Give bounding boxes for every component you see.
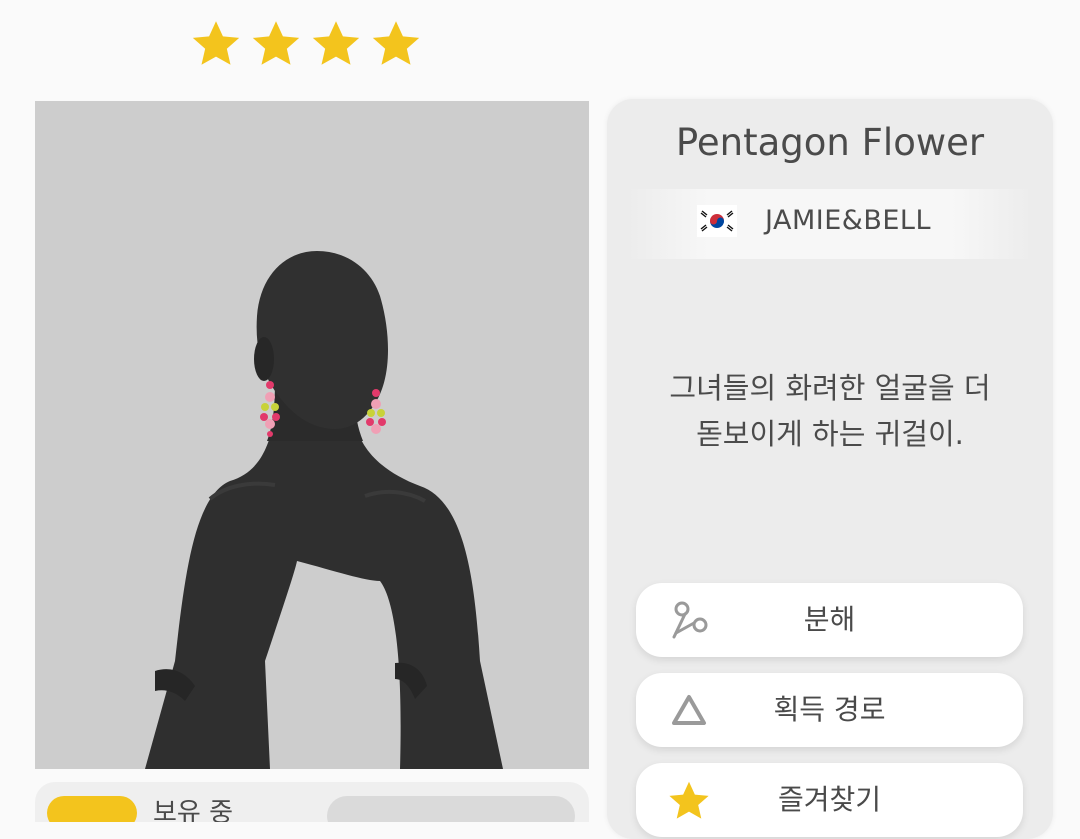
disassemble-label: 분해 <box>803 603 856 636</box>
description-line: 그녀들의 화려한 얼굴을 더 <box>669 371 991 405</box>
star-icon <box>252 21 300 65</box>
korea-flag-icon <box>697 205 737 237</box>
mannequin-illustration <box>145 251 503 769</box>
item-info-panel: Pentagon Flower JAMIE&BELL 그녀들의 화려한 얼굴을 … <box>607 99 1053 839</box>
brand-row: JAMIE&BELL <box>627 189 1033 259</box>
inventory-strip: 보유 중 <box>35 782 589 822</box>
acquire-path-label: 획득 경로 <box>773 693 886 726</box>
star-icon <box>312 21 360 65</box>
favorite-button[interactable]: 즐겨찾기 <box>636 763 1023 837</box>
strip-action-button[interactable] <box>327 796 575 822</box>
acquire-path-button[interactable]: 획득 경로 <box>636 673 1023 747</box>
star-icon <box>192 21 240 65</box>
brand-name: JAMIE&BELL <box>765 205 931 236</box>
description-line: 돋보이게 하는 귀걸이. <box>696 417 964 451</box>
item-name: Pentagon Flower <box>675 121 985 164</box>
favorite-label: 즐겨찾기 <box>777 783 882 816</box>
star-icon <box>372 21 420 65</box>
owned-label: 보유 중 <box>153 798 234 822</box>
item-preview[interactable] <box>35 101 589 769</box>
disassemble-button[interactable]: 분해 <box>636 583 1023 657</box>
rating-stars <box>190 18 422 76</box>
owned-count-badge <box>47 796 137 822</box>
item-description: 그녀들의 화려한 얼굴을 더 돋보이게 하는 귀걸이. <box>627 365 1033 457</box>
